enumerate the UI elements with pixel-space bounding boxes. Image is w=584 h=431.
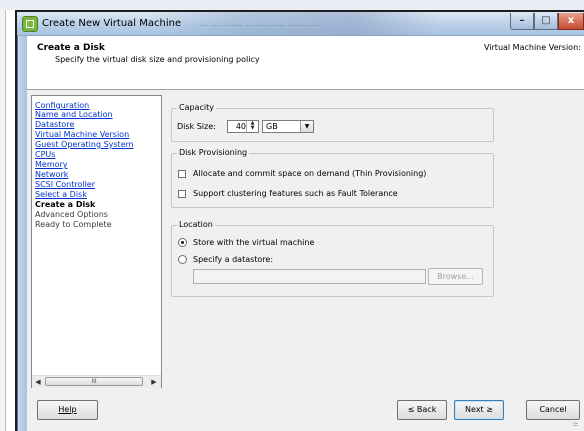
scroll-thumb[interactable]: III (45, 377, 143, 386)
step-advanced-options: Advanced Options (35, 210, 108, 219)
host-window-edge (0, 0, 584, 12)
back-button[interactable]: ≤ Back (397, 400, 447, 420)
page-subtitle: Specify the virtual disk size and provis… (55, 55, 260, 64)
datastore-field[interactable] (193, 269, 426, 284)
step-guest-os[interactable]: Guest Operating System (35, 140, 133, 150)
specify-datastore-label[interactable]: Specify a datastore: (193, 255, 273, 264)
disk-size-unit-select[interactable]: GB ▼ (262, 120, 314, 133)
disk-size-stepper[interactable]: 40 ▲ ▼ (227, 120, 259, 133)
chevron-down-icon[interactable]: ▼ (300, 121, 313, 132)
capacity-legend: Capacity (177, 103, 216, 113)
step-network[interactable]: Network (35, 170, 68, 180)
thin-provisioning-checkbox[interactable] (178, 170, 186, 178)
radio-selected-icon[interactable] (178, 238, 187, 247)
close-icon: x (567, 15, 575, 26)
clustering-label[interactable]: Support clustering features such as Faul… (193, 189, 398, 198)
step-cpus[interactable]: CPUs (35, 150, 55, 160)
vm-version-label: Virtual Machine Version: 7 (484, 43, 584, 52)
step-ready-to-complete: Ready to Complete (35, 220, 112, 229)
specify-datastore-radio[interactable] (178, 255, 187, 264)
capacity-group: Capacity (171, 103, 494, 142)
location-legend: Location (177, 220, 215, 230)
step-memory[interactable]: Memory (35, 160, 68, 170)
disk-size-label: Disk Size: (177, 122, 216, 131)
stepper-arrows-icon[interactable]: ▲ ▼ (246, 121, 258, 132)
minimize-icon: – (519, 15, 525, 26)
minimize-button[interactable]: – (510, 13, 534, 30)
back-label: ≤ Back (407, 405, 437, 414)
close-button[interactable]: x (558, 13, 584, 30)
unit-value: GB (266, 122, 278, 131)
next-button[interactable]: Next ≥ (454, 400, 504, 420)
help-label: Help (58, 405, 77, 414)
resize-grip-icon[interactable]: ≏ (572, 420, 582, 430)
vm-wizard-icon (22, 16, 38, 32)
provisioning-legend: Disk Provisioning (177, 148, 250, 158)
step-select-a-disk[interactable]: Select a Disk (35, 190, 87, 200)
disk-provisioning-group: Disk Provisioning (171, 148, 494, 208)
cancel-label: Cancel (539, 405, 567, 414)
thin-provisioning-label[interactable]: Allocate and commit space on demand (Thi… (193, 169, 426, 178)
step-datastore[interactable]: Datastore (35, 120, 74, 130)
step-scsi-controller[interactable]: SCSI Controller (35, 180, 95, 190)
window-title-blurred: ... ........... ... .......... .........… (200, 19, 320, 28)
next-label: Next ≥ (465, 405, 493, 414)
nav-horizontal-scrollbar[interactable]: ◀ III ▶ (32, 375, 161, 388)
step-vm-version[interactable]: Virtual Machine Version (35, 130, 129, 140)
maximize-icon: □ (541, 15, 551, 26)
scroll-left-icon[interactable]: ◀ (33, 377, 43, 387)
disk-size-value: 40 (235, 122, 246, 131)
browse-button[interactable]: Browse... (428, 268, 483, 285)
store-with-vm-label[interactable]: Store with the virtual machine (193, 238, 314, 247)
help-button[interactable]: Help (37, 400, 98, 420)
host-left-strip (0, 10, 6, 431)
wizard-steps-nav: Configuration Name and Location Datastor… (31, 95, 162, 388)
maximize-button[interactable]: □ (534, 13, 558, 30)
page-title: Create a Disk (37, 43, 105, 53)
cancel-button[interactable]: Cancel (526, 400, 580, 420)
step-create-a-disk: Create a Disk (35, 200, 96, 209)
step-name-and-location[interactable]: Name and Location (35, 110, 113, 120)
clustering-checkbox[interactable] (178, 190, 186, 198)
scroll-right-icon[interactable]: ▶ (149, 377, 159, 387)
window-left-frame (17, 12, 27, 431)
window-title: Create New Virtual Machine (42, 18, 182, 29)
